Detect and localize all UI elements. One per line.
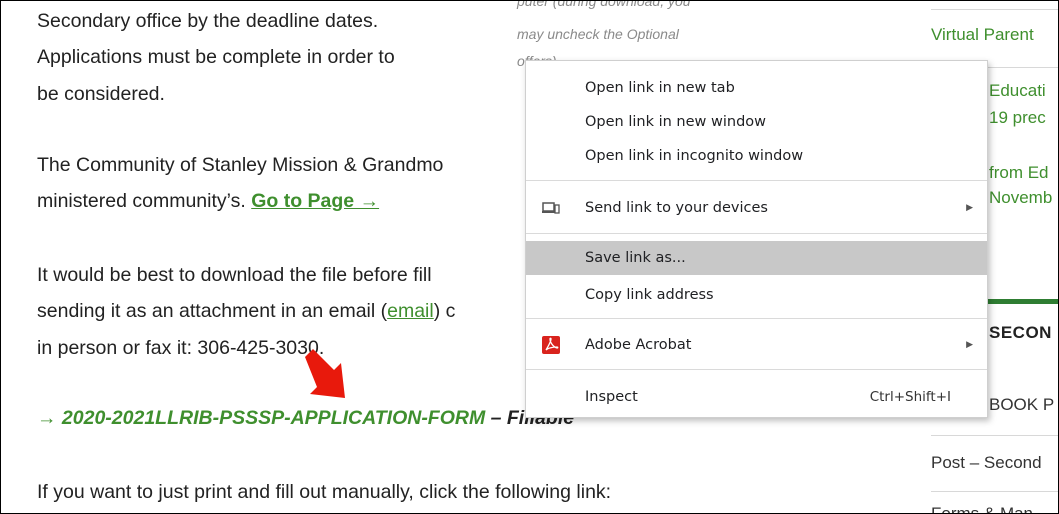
menu-item-label: Send link to your devices [585,200,768,216]
divider [931,491,1058,492]
menu-item-open-new-tab[interactable]: Open link in new tab [526,71,987,105]
menu-item-label: Save link as... [585,250,686,266]
paragraph-line: Secondary office by the deadline dates. [37,10,379,32]
paragraph-text: ) c [433,300,456,322]
paragraph-text: sending it as an attachment in an email … [37,300,388,322]
context-menu: Open link in new tab Open link in new wi… [525,60,988,418]
sidebar-link-post-secondary[interactable]: Post – Second [931,453,1042,473]
section-heading: SECON [989,323,1052,342]
menu-item-adobe-acrobat[interactable]: Adobe Acrobat ▶ [526,328,987,362]
menu-item-label: Open link in new tab [585,80,735,96]
paragraph-line: sending it as an attachment in an email … [37,294,455,329]
divider [931,435,1058,436]
sidebar-link-from-ed[interactable]: from Ed [989,163,1049,183]
application-form-link[interactable]: → 2020-2021LLRIB-PSSSP-APPLICATION-FORM [37,407,485,429]
paragraph-line: If you want to just print and fill out m… [37,481,612,503]
sidebar-link-book[interactable]: BOOK P [989,395,1054,415]
paragraph-line: Applications must be complete in order t… [37,46,395,68]
menu-item-open-new-window[interactable]: Open link in new window [526,105,987,139]
paragraph-text: ministered community’s. [37,190,246,212]
sidebar-link-education-cont[interactable]: 19 prec [989,108,1046,128]
sidebar-link-forms[interactable]: Forms & Man [931,504,1033,513]
menu-item-label: Open link in new window [585,114,767,130]
sidebar-link-virtual-parent[interactable]: Virtual Parent [931,25,1034,45]
menu-item-open-incognito[interactable]: Open link in incognito window [526,139,987,173]
sidebar-link-november[interactable]: Novemb [989,188,1052,208]
menu-item-copy-link-address[interactable]: Copy link address [526,278,987,312]
paragraph-line: It would be best to download the file be… [37,264,432,286]
paragraph-line: The Community of Stanley Mission & Grand… [37,154,444,176]
submenu-arrow-icon: ▶ [966,203,973,213]
faded-note-line: puter (during download, you [517,0,691,9]
paragraph-line: be considered. [37,83,165,105]
submenu-arrow-icon: ▶ [966,340,973,350]
menu-item-inspect[interactable]: Inspect Ctrl+Shift+I [526,380,987,414]
divider [931,9,1058,10]
menu-item-save-link-as[interactable]: Save link as... [526,241,987,275]
paragraph-line: in person or fax it: 306-425-3030. [37,337,325,359]
faded-note-line: may uncheck the Optional [517,26,679,42]
menu-separator [526,180,987,181]
adobe-acrobat-icon [542,336,560,354]
sidebar-link-education[interactable]: Educati [989,81,1046,101]
go-to-page-link[interactable]: Go to Page → [251,190,379,212]
menu-item-label: Adobe Acrobat [585,337,692,353]
menu-separator [526,233,987,234]
menu-item-shortcut: Ctrl+Shift+I [869,389,951,405]
menu-item-label: Inspect [585,389,638,405]
menu-item-send-to-devices[interactable]: Send link to your devices ▶ [526,191,987,225]
menu-separator [526,369,987,370]
menu-item-label: Open link in incognito window [585,148,804,164]
email-link[interactable]: email [387,300,434,322]
red-arrow-icon [305,349,345,398]
menu-item-label: Copy link address [585,287,714,303]
application-form-link-line: → 2020-2021LLRIB-PSSSP-APPLICATION-FORM … [37,407,574,430]
paragraph-line: ministered community’s. Go to Page → [37,184,379,219]
devices-icon [542,202,560,214]
page-frame: puter (during download, you may uncheck … [0,0,1059,514]
menu-separator [526,318,987,319]
